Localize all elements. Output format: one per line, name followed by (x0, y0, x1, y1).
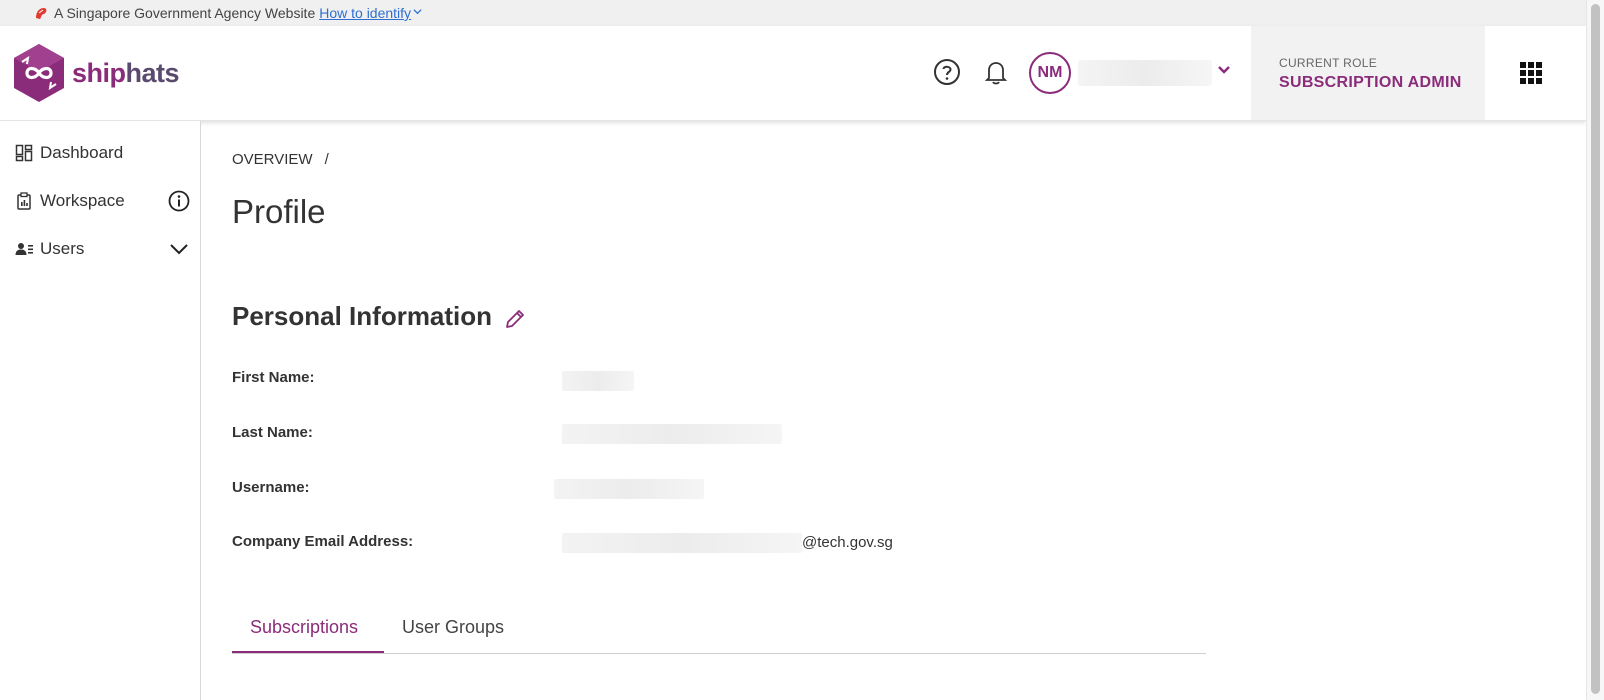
username-label: Username: (232, 479, 310, 496)
sidebar-item-label: Dashboard (40, 143, 124, 162)
top-header: shiphats NM CURRENT ROLE SUBSCRIPTION AD… (0, 26, 1586, 121)
breadcrumb-separator: / (324, 151, 329, 168)
page-title: Profile (232, 193, 326, 230)
tab-user-groups[interactable]: User Groups (402, 617, 504, 638)
masthead-text: A Singapore Government Agency Website (54, 5, 316, 21)
bell-icon[interactable] (982, 58, 1010, 86)
info-icon[interactable] (168, 190, 190, 212)
company-email-suffix: @tech.gov.sg (802, 534, 893, 551)
first-name-label: First Name: (232, 369, 315, 386)
first-name-value-redacted (562, 371, 634, 391)
profile-tabs: Subscriptions User Groups (232, 605, 1206, 654)
current-role-panel[interactable]: CURRENT ROLE SUBSCRIPTION ADMIN (1251, 26, 1485, 120)
shiphats-logo-icon (14, 44, 64, 102)
last-name-label: Last Name: (232, 424, 313, 441)
sidebar: Dashboard Workspace Users (0, 121, 201, 700)
page-scrollbar[interactable] (1586, 0, 1604, 700)
active-tab-indicator (232, 651, 384, 653)
user-name-redacted (1078, 60, 1212, 86)
chevron-down-icon[interactable] (1216, 62, 1232, 78)
breadcrumb: OVERVIEW / (232, 151, 329, 168)
chevron-down-icon[interactable] (413, 7, 422, 19)
apps-grid-icon[interactable] (1520, 62, 1542, 84)
tab-subscriptions[interactable]: Subscriptions (250, 617, 358, 638)
chevron-down-icon[interactable] (168, 238, 190, 260)
sidebar-item-dashboard[interactable]: Dashboard (0, 133, 200, 173)
current-role-label: CURRENT ROLE (1279, 56, 1378, 70)
section-title-text: Personal Information (232, 301, 493, 331)
scrollbar-thumb[interactable] (1591, 4, 1600, 694)
clipboard-icon (15, 192, 33, 210)
sidebar-item-label: Users (40, 239, 85, 258)
pencil-edit-icon[interactable] (504, 306, 526, 328)
last-name-value-redacted (562, 424, 782, 444)
sidebar-item-workspace[interactable]: Workspace (0, 181, 200, 221)
how-to-identify-link[interactable]: How to identify (319, 5, 411, 21)
singapore-lion-icon (34, 6, 48, 20)
shiphats-logo[interactable]: shiphats (10, 42, 180, 104)
breadcrumb-overview[interactable]: OVERVIEW (232, 151, 313, 168)
username-value-redacted (554, 479, 704, 499)
help-icon[interactable] (933, 58, 961, 86)
brand-name: shiphats (72, 57, 180, 88)
personal-information-heading: Personal Information (232, 301, 526, 332)
company-email-value-redacted (562, 533, 802, 553)
sidebar-item-users[interactable]: Users (0, 229, 200, 269)
current-role-value: SUBSCRIPTION ADMIN (1279, 74, 1462, 91)
dashboard-icon (15, 144, 33, 162)
users-icon (15, 240, 33, 258)
avatar[interactable]: NM (1029, 52, 1071, 94)
sidebar-item-label: Workspace (40, 191, 125, 210)
company-email-label: Company Email Address: (232, 533, 414, 550)
government-masthead: A Singapore Government Agency Website Ho… (0, 0, 1586, 26)
